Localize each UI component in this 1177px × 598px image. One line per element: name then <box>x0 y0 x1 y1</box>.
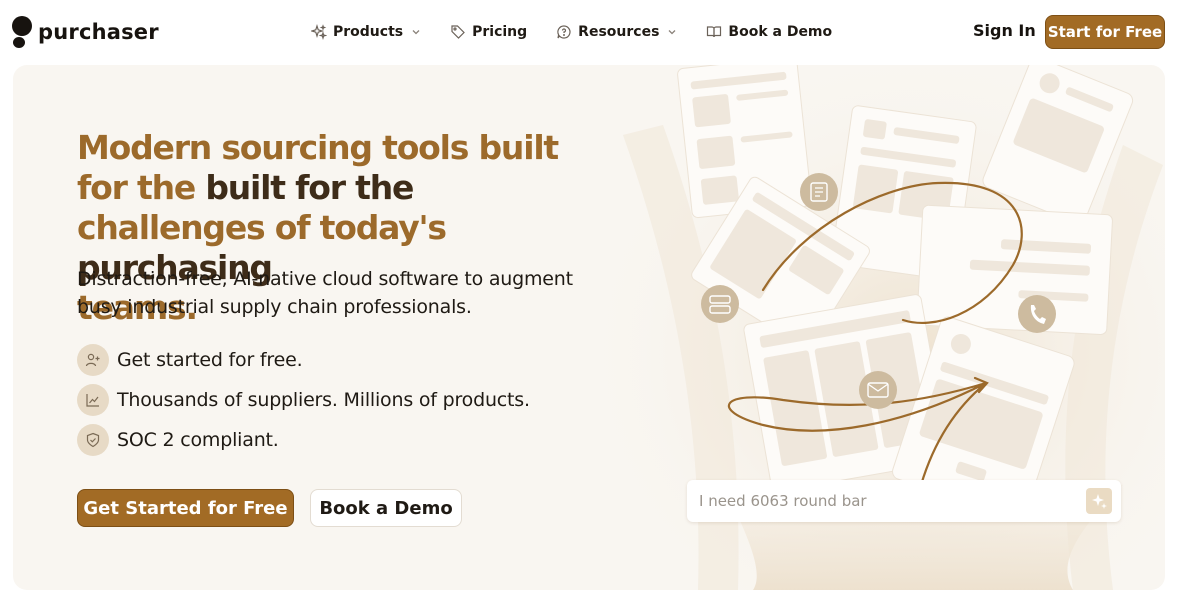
chevron-down-icon <box>668 30 676 35</box>
headline-part-b: challenges of today's <box>77 208 447 247</box>
sign-in-link[interactable]: Sign In <box>973 21 1036 40</box>
sparkle-icon <box>311 24 327 40</box>
nav-book-demo[interactable]: Book a Demo <box>706 24 832 40</box>
feature-text: SOC 2 compliant. <box>117 429 279 451</box>
nav-resources[interactable]: Resources <box>556 24 677 40</box>
start-for-free-button[interactable]: Start for Free <box>1045 15 1165 49</box>
top-nav: purchaser Products Pricing Resources Boo… <box>0 0 1177 64</box>
nav-resources-label: Resources <box>578 24 660 40</box>
sparkle-submit-button[interactable] <box>1086 488 1112 514</box>
hero-section: Modern sourcing tools built for the buil… <box>13 65 1165 590</box>
feature-item: Thousands of suppliers. Millions of prod… <box>77 384 530 416</box>
nav-products-label: Products <box>333 24 404 40</box>
logo-mark <box>12 16 34 48</box>
feature-item: Get started for free. <box>77 344 530 376</box>
nav-products[interactable]: Products <box>311 24 421 40</box>
ai-search-box <box>687 480 1121 522</box>
feature-list: Get started for free. Thousands of suppl… <box>77 344 530 464</box>
nav-pricing[interactable]: Pricing <box>450 24 527 40</box>
book-icon <box>707 26 722 38</box>
nav-pricing-label: Pricing <box>472 24 528 40</box>
hero-subtext: Distraction-free, AI-native cloud softwa… <box>77 268 573 318</box>
get-started-button[interactable]: Get Started for Free <box>77 489 294 527</box>
ai-search-input[interactable] <box>699 492 1069 510</box>
nav-book-demo-label: Book a Demo <box>728 24 833 40</box>
sparkle-icon <box>1092 494 1107 509</box>
chat-icon <box>557 25 571 39</box>
feature-item: SOC 2 compliant. <box>77 424 530 456</box>
feature-text: Thousands of suppliers. Millions of prod… <box>117 389 530 411</box>
logo-text: purchaser <box>38 20 159 44</box>
chevron-down-icon <box>412 30 420 35</box>
shield-check-icon <box>77 424 109 456</box>
logo[interactable]: purchaser <box>12 16 159 48</box>
feature-text: Get started for free. <box>117 349 303 371</box>
book-demo-button[interactable]: Book a Demo <box>310 489 462 527</box>
nav-links: Products Pricing Resources Book a Demo <box>311 20 861 44</box>
chart-line-icon <box>77 384 109 416</box>
tag-icon <box>451 25 465 39</box>
user-plus-icon <box>77 344 109 376</box>
